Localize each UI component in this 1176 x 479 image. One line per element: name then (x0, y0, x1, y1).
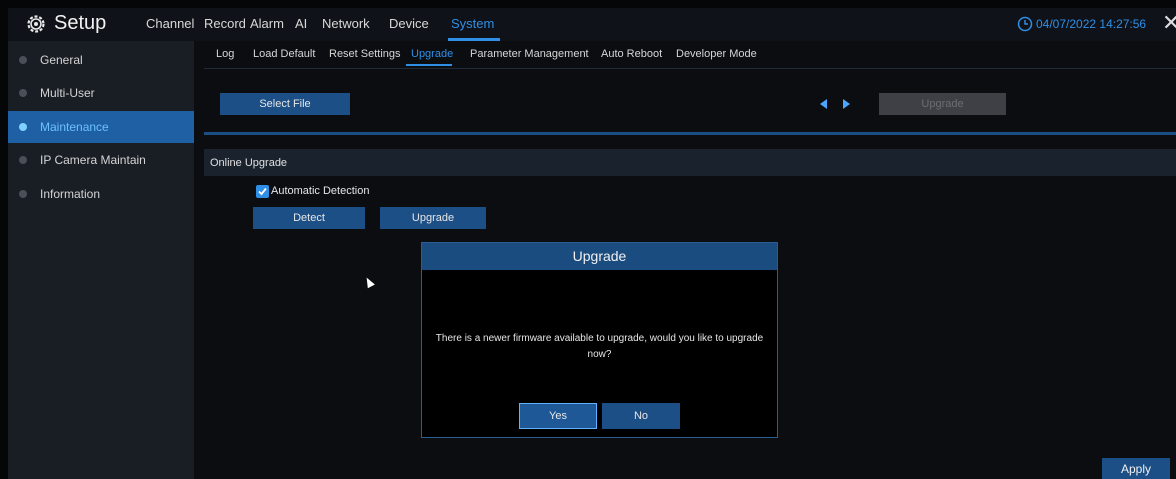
sidebar-item-information[interactable]: Information (8, 178, 194, 210)
auto-detect-checkbox[interactable] (256, 185, 269, 198)
tab-upgrade[interactable]: Upgrade (411, 48, 453, 60)
menu-device[interactable]: Device (389, 16, 429, 31)
sidebar-item-label: IP Camera Maintain (40, 153, 146, 167)
sidebar-item-multi-user[interactable]: Multi-User (8, 77, 194, 109)
upgrade-dialog: Upgrade There is a newer firmware availa… (421, 242, 778, 438)
sidebar-item-general[interactable]: General (8, 44, 194, 76)
tab-reset-settings[interactable]: Reset Settings (329, 48, 401, 60)
close-icon[interactable]: ✕ (1162, 12, 1176, 34)
arrow-right-icon[interactable] (843, 99, 850, 109)
auto-detect-label: Automatic Detection (271, 185, 370, 197)
tab-load-default[interactable]: Load Default (253, 48, 315, 60)
menu-record[interactable]: Record (204, 16, 246, 31)
tab-parameter-management[interactable]: Parameter Management (470, 48, 589, 60)
bullet-icon (19, 56, 27, 64)
sidebar-item-label: Information (40, 187, 101, 201)
online-upgrade-button[interactable]: Upgrade (380, 207, 486, 229)
sidebar: General Multi-User Maintenance IP Camera… (8, 41, 194, 479)
datetime-display: 04/07/2022 14:27:56 (1036, 17, 1147, 31)
checkmark-icon (258, 187, 267, 196)
sidebar-item-label: General (40, 53, 83, 67)
menu-ai[interactable]: AI (295, 16, 307, 31)
tab-log[interactable]: Log (216, 48, 234, 60)
menu-alarm[interactable]: Alarm (250, 16, 284, 31)
dialog-header: Upgrade (422, 243, 777, 270)
app-title: Setup (54, 12, 107, 34)
select-file-button[interactable]: Select File (220, 93, 350, 115)
menu-system[interactable]: System (451, 16, 494, 31)
sidebar-item-label: Maintenance (40, 120, 109, 134)
bullet-icon (19, 156, 27, 164)
subtab-active-indicator (406, 64, 452, 66)
apply-button[interactable]: Apply (1102, 458, 1170, 479)
top-bar: Setup Channel Record Alarm AI Network De… (8, 8, 1176, 41)
gear-icon (27, 15, 45, 33)
dialog-message: There is a newer firmware available to u… (435, 333, 764, 360)
menu-channel[interactable]: Channel (146, 16, 194, 31)
yes-button[interactable]: Yes (519, 403, 597, 429)
tab-auto-reboot[interactable]: Auto Reboot (601, 48, 662, 60)
bullet-icon (19, 123, 27, 131)
tab-developer-mode[interactable]: Developer Mode (676, 48, 757, 60)
section-title: Online Upgrade (210, 157, 288, 169)
detect-button[interactable]: Detect (253, 207, 365, 229)
section-divider (204, 132, 1176, 135)
online-upgrade-header: Online Upgrade (204, 149, 1176, 176)
clock-icon (1017, 16, 1033, 32)
bullet-icon (19, 89, 27, 97)
sidebar-item-label: Multi-User (40, 86, 95, 100)
dialog-title: Upgrade (572, 248, 627, 264)
menu-network[interactable]: Network (322, 16, 370, 31)
arrow-left-icon[interactable] (820, 99, 827, 109)
setup-window: Setup Channel Record Alarm AI Network De… (0, 0, 1176, 479)
subtab-divider (204, 68, 1176, 69)
local-upgrade-button[interactable]: Upgrade (879, 93, 1006, 115)
sidebar-item-maintenance[interactable]: Maintenance (8, 111, 194, 143)
no-button[interactable]: No (602, 403, 680, 429)
sidebar-item-ip-camera-maintain[interactable]: IP Camera Maintain (8, 144, 194, 176)
bullet-icon (19, 190, 27, 198)
